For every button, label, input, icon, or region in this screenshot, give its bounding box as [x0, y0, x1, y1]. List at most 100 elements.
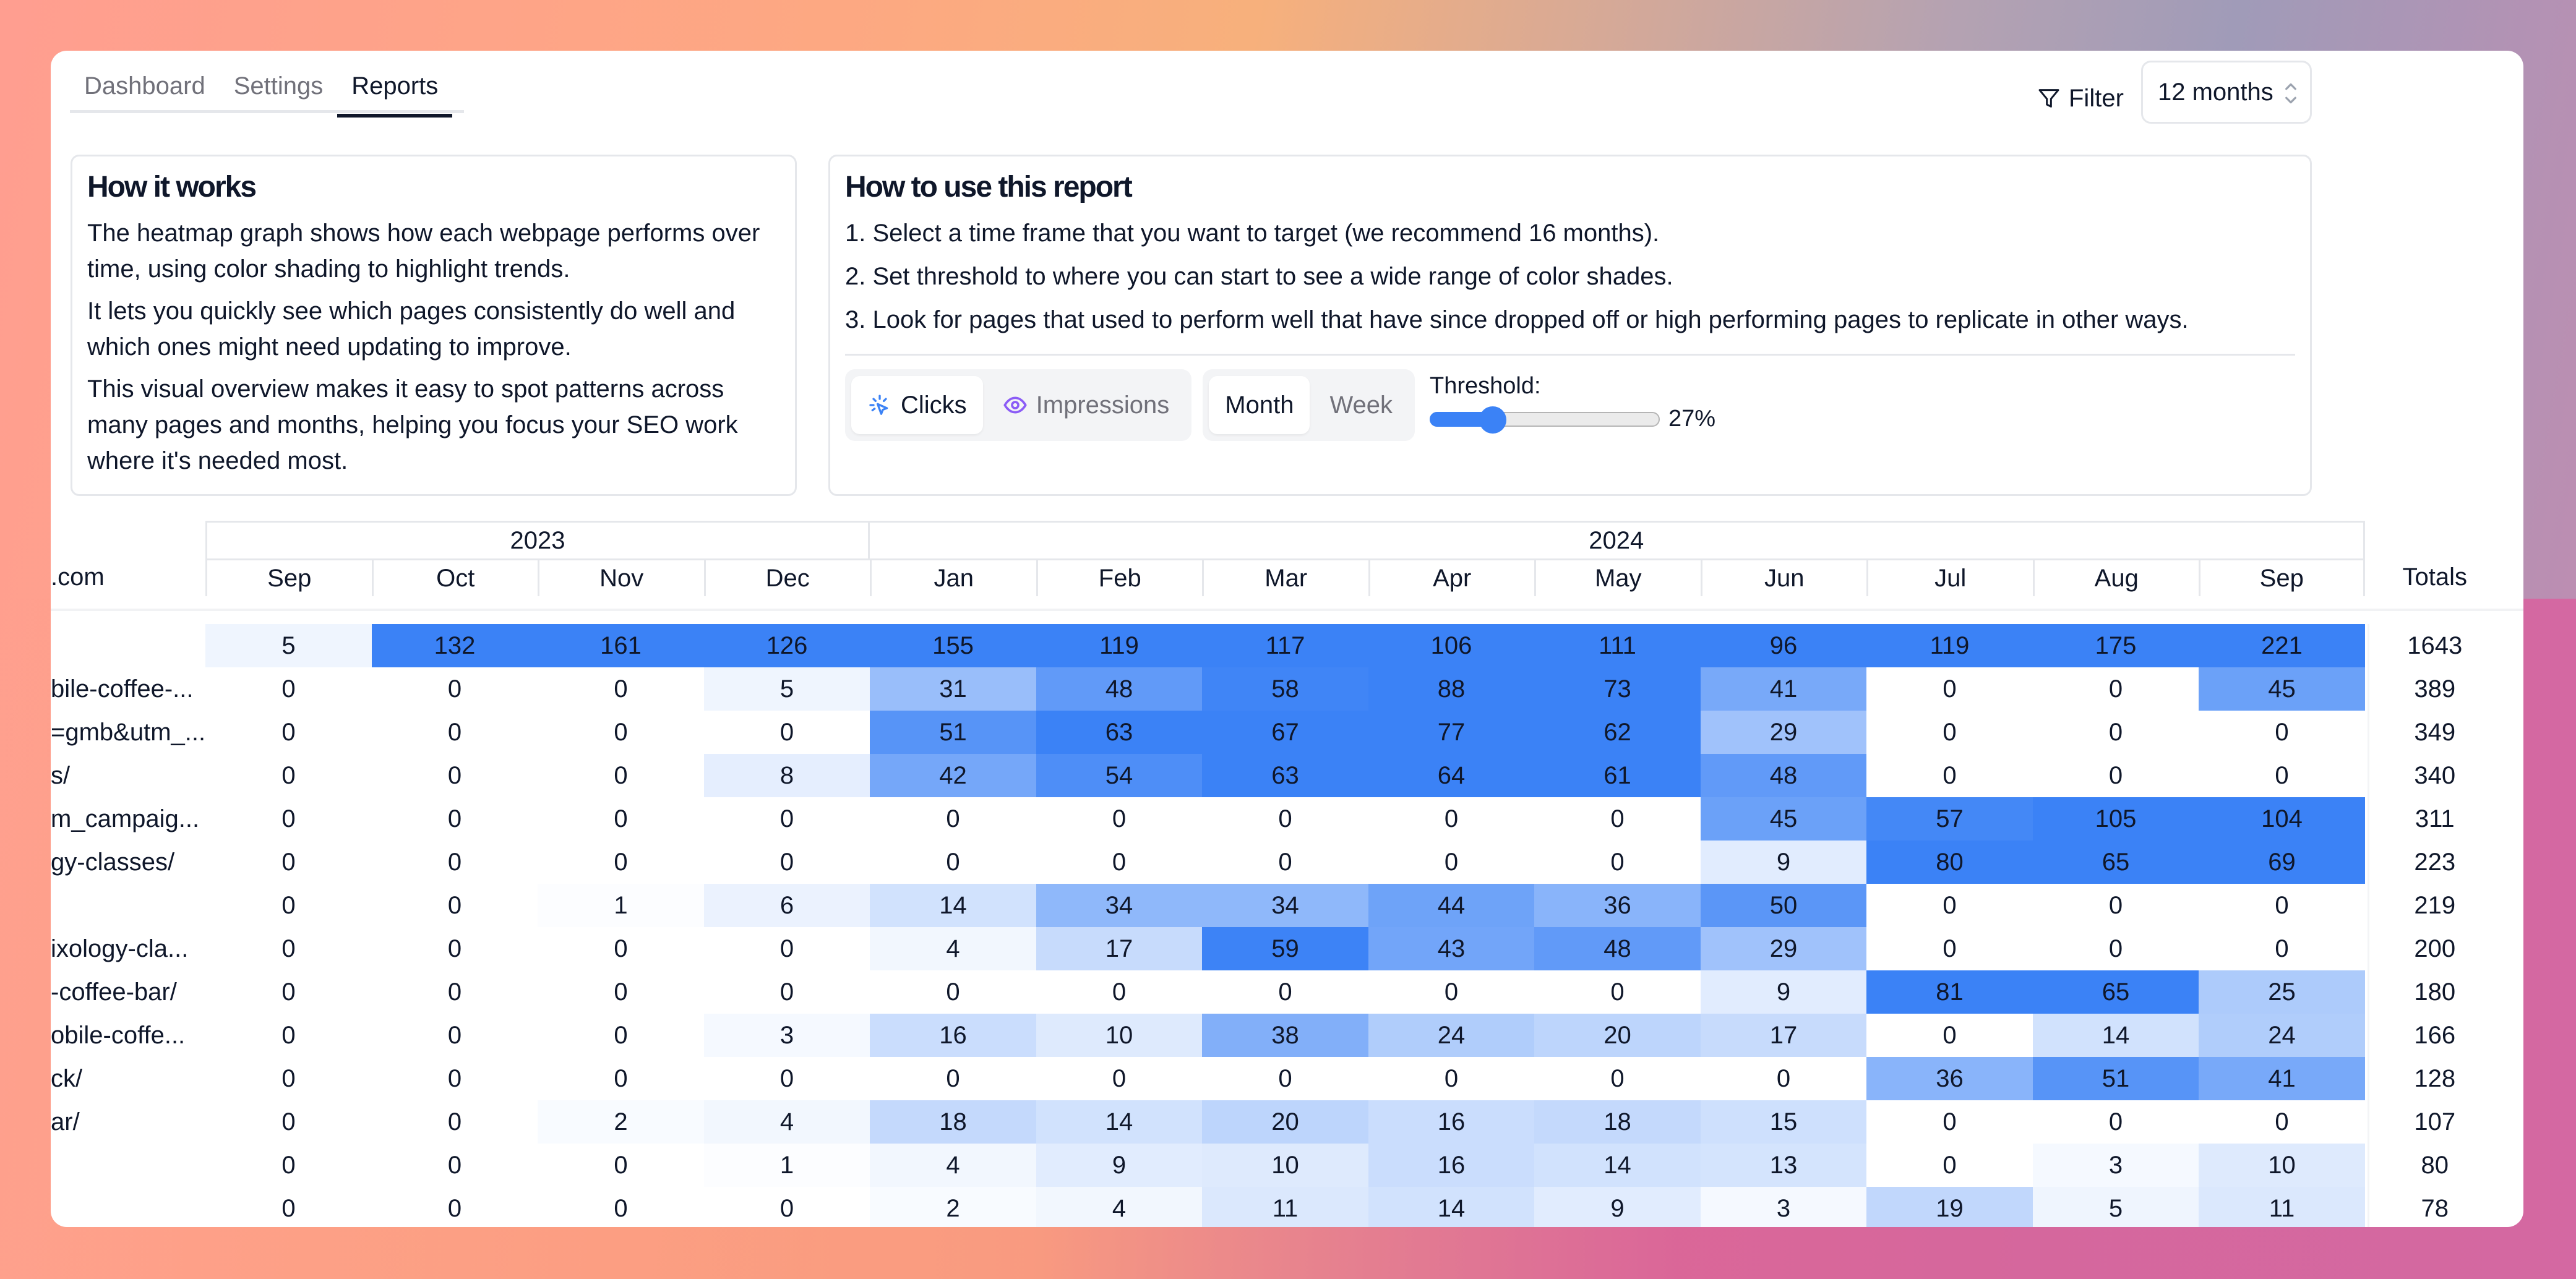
heatmap-cell: 0 — [870, 1057, 1036, 1100]
page-url-label[interactable]: s/ — [51, 754, 205, 797]
heatmap-cell: 14 — [870, 884, 1036, 927]
threshold-slider[interactable] — [1430, 406, 1660, 434]
heatmap-cell: 0 — [205, 667, 372, 711]
heatmap-cell: 81 — [1866, 970, 2033, 1014]
tab-reports[interactable]: Reports — [337, 72, 453, 118]
heatmap-cell: 0 — [870, 841, 1036, 884]
heatmap-cell: 0 — [703, 927, 870, 970]
step-3: 3. Look for pages that used to perform w… — [845, 306, 2189, 333]
page-url-label[interactable] — [51, 624, 205, 667]
threshold-slider-thumb[interactable] — [1479, 406, 1506, 434]
heatmap-cell: 14 — [1534, 1144, 1701, 1187]
funnel-icon — [2038, 89, 2059, 108]
row-total: 180 — [2414, 978, 2456, 1006]
heatmap-cell: 50 — [1700, 884, 1867, 927]
heatmap-cell: 88 — [1368, 667, 1535, 711]
month-header: Sep — [205, 558, 372, 596]
heatmap-cell: 8 — [703, 754, 870, 797]
heatmap-cell: 0 — [538, 1144, 704, 1187]
heatmap-cell: 0 — [205, 1100, 372, 1144]
heatmap-cell: 0 — [205, 841, 372, 884]
heatmap-cell: 0 — [1534, 841, 1701, 884]
heatmap-cell: 0 — [2199, 884, 2365, 927]
clicks-toggle-button[interactable]: Clicks — [851, 376, 983, 434]
heatmap-cell: 0 — [1866, 1100, 2033, 1144]
header-separator — [51, 609, 2523, 611]
heatmap-cell: 0 — [371, 754, 538, 797]
month-toggle-button[interactable]: Month — [1209, 376, 1310, 434]
tab-settings[interactable]: Settings — [220, 72, 338, 114]
heatmap-cell: 63 — [1036, 711, 1203, 754]
heatmap-cell: 9 — [1534, 1187, 1701, 1227]
heatmap-row: 0 0 0 1 4 9 10 16 14 13 0 3 10 80 — [51, 1144, 2523, 1187]
heatmap-cell: 0 — [205, 1187, 372, 1227]
heatmap-cell: 0 — [2032, 754, 2199, 797]
heatmap-cell: 16 — [1368, 1100, 1535, 1144]
row-total: 166 — [2414, 1021, 2456, 1049]
heatmap-cell: 0 — [371, 1187, 538, 1227]
heatmap-cell: 119 — [1036, 624, 1203, 667]
page-url-label[interactable]: bile-coffee-... — [51, 667, 205, 711]
heatmap-cell: 1 — [538, 884, 704, 927]
page-url-label[interactable]: =gmb&utm_... — [51, 711, 205, 754]
heatmap-cell: 0 — [2032, 884, 2199, 927]
page-url-label[interactable]: m_campaig... — [51, 797, 205, 841]
month-header: Jul — [1866, 558, 2033, 596]
heatmap-cell: 16 — [1368, 1144, 1535, 1187]
page-url-label[interactable]: ar/ — [51, 1100, 205, 1144]
heatmap-row: ar/0 0 2 4 18 14 20 16 18 15 0 0 0 107 — [51, 1100, 2523, 1144]
month-header: Nov — [538, 558, 704, 596]
page-url-label[interactable]: gy-classes/ — [51, 841, 205, 884]
heatmap-cell: 0 — [205, 927, 372, 970]
impressions-label: Impressions — [1036, 391, 1170, 419]
heatmap-cell: 2 — [538, 1100, 704, 1144]
page-url-label[interactable]: obile-coffe... — [51, 1014, 205, 1057]
heatmap-cell: 11 — [2199, 1187, 2365, 1227]
how-it-works-paragraph: It lets you quickly see which pages cons… — [87, 297, 736, 361]
heatmap-cell: 0 — [1866, 711, 2033, 754]
filter-button[interactable]: Filter — [2037, 73, 2124, 124]
month-header: May — [1534, 558, 1701, 596]
heatmap-cell: 0 — [205, 754, 372, 797]
heatmap-cell: 14 — [2032, 1014, 2199, 1057]
tab-dashboard[interactable]: Dashboard — [70, 72, 220, 114]
page-url-label[interactable]: ck/ — [51, 1057, 205, 1100]
heatmap-cell: 57 — [1866, 797, 2033, 841]
heatmap-cell: 0 — [1534, 1057, 1701, 1100]
heatmap-cell: 0 — [870, 970, 1036, 1014]
page-url-label[interactable] — [51, 1144, 205, 1187]
heatmap-cell: 0 — [2032, 667, 2199, 711]
heatmap-row: 0 0 0 0 2 4 11 14 9 3 19 5 11 78 — [51, 1187, 2523, 1227]
heatmap-row: s/0 0 0 8 42 54 63 64 61 48 0 0 0 340 — [51, 754, 2523, 797]
heatmap-cell: 0 — [538, 711, 704, 754]
heatmap-cell: 51 — [2032, 1057, 2199, 1100]
eye-icon — [1003, 396, 1027, 414]
week-toggle-button[interactable]: Week — [1313, 376, 1409, 434]
row-total: 223 — [2414, 848, 2456, 876]
row-total: 128 — [2414, 1064, 2456, 1092]
divider — [845, 354, 2295, 356]
time-range-select[interactable]: 12 months — [2141, 61, 2312, 124]
heatmap-cell: 0 — [1866, 927, 2033, 970]
heatmap-row: bile-coffee-... 0 0 0 5 31 48 58 88 73 41 0 0 45 389 — [51, 667, 2523, 711]
impressions-toggle-button[interactable]: Impressions — [987, 376, 1186, 434]
heatmap-cell: 3 — [2032, 1144, 2199, 1187]
page-url-label[interactable] — [51, 884, 205, 927]
page-url-label[interactable]: -coffee-bar/ — [51, 970, 205, 1014]
heatmap-cell: 29 — [1700, 711, 1867, 754]
year-header-2023: 2023 — [205, 521, 870, 558]
heatmap-row: gy-classes/0 0 0 0 0 0 0 0 0 9 80 65 69 223 — [51, 841, 2523, 884]
heatmap-cell: 0 — [205, 884, 372, 927]
page-url-label[interactable] — [51, 1187, 205, 1227]
heatmap-cell: 0 — [1866, 667, 2033, 711]
page-url-label[interactable]: ixology-cla... — [51, 927, 205, 970]
heatmap-cell: 25 — [2199, 970, 2365, 1014]
heatmap-cell: 0 — [205, 1144, 372, 1187]
how-it-works-panel: How it works The heatmap graph shows how… — [71, 155, 797, 496]
heatmap-cell: 64 — [1368, 754, 1535, 797]
heatmap-cell: 0 — [371, 927, 538, 970]
heatmap-cell: 17 — [1036, 927, 1203, 970]
heatmap-row: =gmb&utm_... 0 0 0 0 51 63 67 77 62 29 0 0 0 349 — [51, 711, 2523, 754]
heatmap-cell: 24 — [1368, 1014, 1535, 1057]
how-to-use-title: How to use this report — [845, 171, 1133, 203]
